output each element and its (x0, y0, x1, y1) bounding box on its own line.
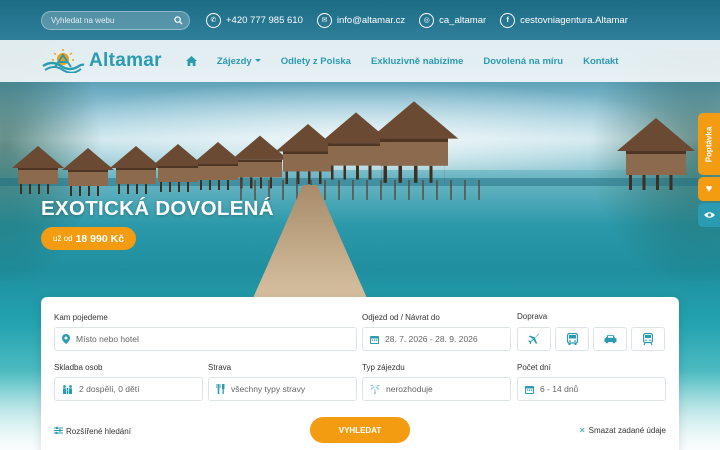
search-button[interactable]: VYHLEDAT (310, 417, 410, 443)
destination-field[interactable]: Místo nebo hotel (54, 327, 357, 351)
hero-title: EXOTICKÁ DOVOLENÁ (41, 197, 274, 220)
home-icon[interactable] (185, 56, 197, 66)
bus-icon (566, 333, 578, 345)
dates-label: Odjezd od / Návrat do (362, 313, 440, 322)
persons-field[interactable]: 2 dospělí, 0 dětí (54, 377, 203, 401)
destination-label: Kam pojedeme (54, 313, 108, 322)
phone-text: +420 777 985 610 (226, 14, 303, 26)
trip-type-label: Typ zájezdu (362, 363, 405, 372)
plane-icon (528, 333, 539, 344)
search-icon[interactable] (174, 15, 183, 25)
destination-placeholder: Místo nebo hotel (76, 334, 139, 344)
instagram-icon: ◎ (419, 12, 435, 28)
search-panel: Kam pojedeme Místo nebo hotel Odjezd od … (41, 297, 679, 450)
cutlery-icon (216, 384, 225, 394)
transport-label: Doprava (517, 312, 548, 321)
logo-text: Altamar (89, 50, 162, 71)
transport-bus-button[interactable] (555, 327, 589, 351)
map-pin-icon (62, 334, 70, 344)
trip-type-field[interactable]: nerozhoduje (362, 377, 511, 401)
logo[interactable]: Altamar (41, 49, 162, 73)
email-link[interactable]: ✉ info@altamar.cz (316, 12, 406, 28)
dates-value: 28. 7. 2026 - 28. 9. 2026 (385, 334, 478, 344)
days-value: 6 - 14 dnů (540, 384, 579, 394)
calendar-icon (525, 385, 534, 394)
board-value: všechny typy stravy (231, 384, 306, 394)
site-search[interactable] (41, 10, 190, 30)
nav-zajezdy[interactable]: Zájezdy (217, 56, 261, 67)
car-icon (604, 335, 616, 344)
viewed-tab[interactable] (698, 203, 720, 227)
sliders-icon (54, 426, 63, 437)
dates-field[interactable]: 28. 7. 2026 - 28. 9. 2026 (362, 327, 511, 351)
favorites-tab[interactable]: ♥ (698, 177, 720, 201)
top-bar: ✆ +420 777 985 610 ✉ info@altamar.cz ◎ c… (0, 0, 720, 40)
clear-form-label: Smazat zadané údaje (588, 426, 666, 435)
calendar-icon (370, 335, 379, 344)
main-navigation: Altamar Zájezdy Odlety z Polska Exkluziv… (0, 40, 720, 82)
board-field[interactable]: všechny typy stravy (208, 377, 357, 401)
phone-link[interactable]: ✆ +420 777 985 610 (206, 12, 303, 28)
envelope-icon: ✉ (316, 12, 332, 28)
days-label: Počet dní (517, 363, 551, 372)
nav-dovolena-na-miru[interactable]: Dovolená na míru (483, 56, 563, 67)
clear-form-link[interactable]: ✕ Smazat zadané údaje (579, 426, 666, 435)
close-icon: ✕ (578, 426, 586, 435)
palm-tree-icon (370, 384, 380, 394)
nav-kontakt[interactable]: Kontakt (583, 56, 618, 67)
advanced-search-label: Rozšířené hledání (66, 427, 131, 436)
price-prefix: už od (53, 234, 73, 243)
price-value: 18 990 Kč (75, 232, 125, 245)
heart-icon: ♥ (705, 183, 713, 195)
phone-icon: ✆ (206, 12, 221, 28)
poptavka-label: Poptávka (704, 126, 714, 162)
transport-train-button[interactable] (631, 327, 665, 351)
nav-exkluzivne[interactable]: Exkluzivně nabízíme (371, 56, 463, 67)
train-icon (643, 333, 653, 345)
price-badge[interactable]: už od 18 990 Kč (41, 227, 137, 250)
facebook-text: cestovniagentura.Altamar (520, 14, 628, 26)
advanced-search-link[interactable]: Rozšířené hledání (54, 426, 131, 437)
poptavka-tab[interactable]: Poptávka (698, 113, 720, 175)
board-label: Strava (208, 363, 232, 372)
email-text: info@altamar.cz (336, 14, 406, 26)
logo-icon (42, 49, 85, 73)
facebook-icon: f (500, 12, 516, 28)
persons-label: Skladba osob (54, 363, 103, 372)
persons-value: 2 dospělí, 0 dětí (79, 384, 140, 394)
transport-car-button[interactable] (593, 327, 627, 351)
site-search-input[interactable] (51, 15, 161, 25)
instagram-text: ca_altamar (439, 14, 487, 26)
instagram-link[interactable]: ◎ ca_altamar (419, 12, 487, 28)
nav-odlety-z-polska[interactable]: Odlety z Polska (281, 56, 351, 67)
days-field[interactable]: 6 - 14 dnů (517, 377, 666, 401)
facebook-link[interactable]: f cestovniagentura.Altamar (500, 12, 628, 28)
transport-plane-button[interactable] (517, 327, 551, 351)
eye-icon (703, 212, 715, 218)
trip-type-value: nerozhoduje (386, 384, 433, 394)
people-icon (62, 384, 73, 394)
